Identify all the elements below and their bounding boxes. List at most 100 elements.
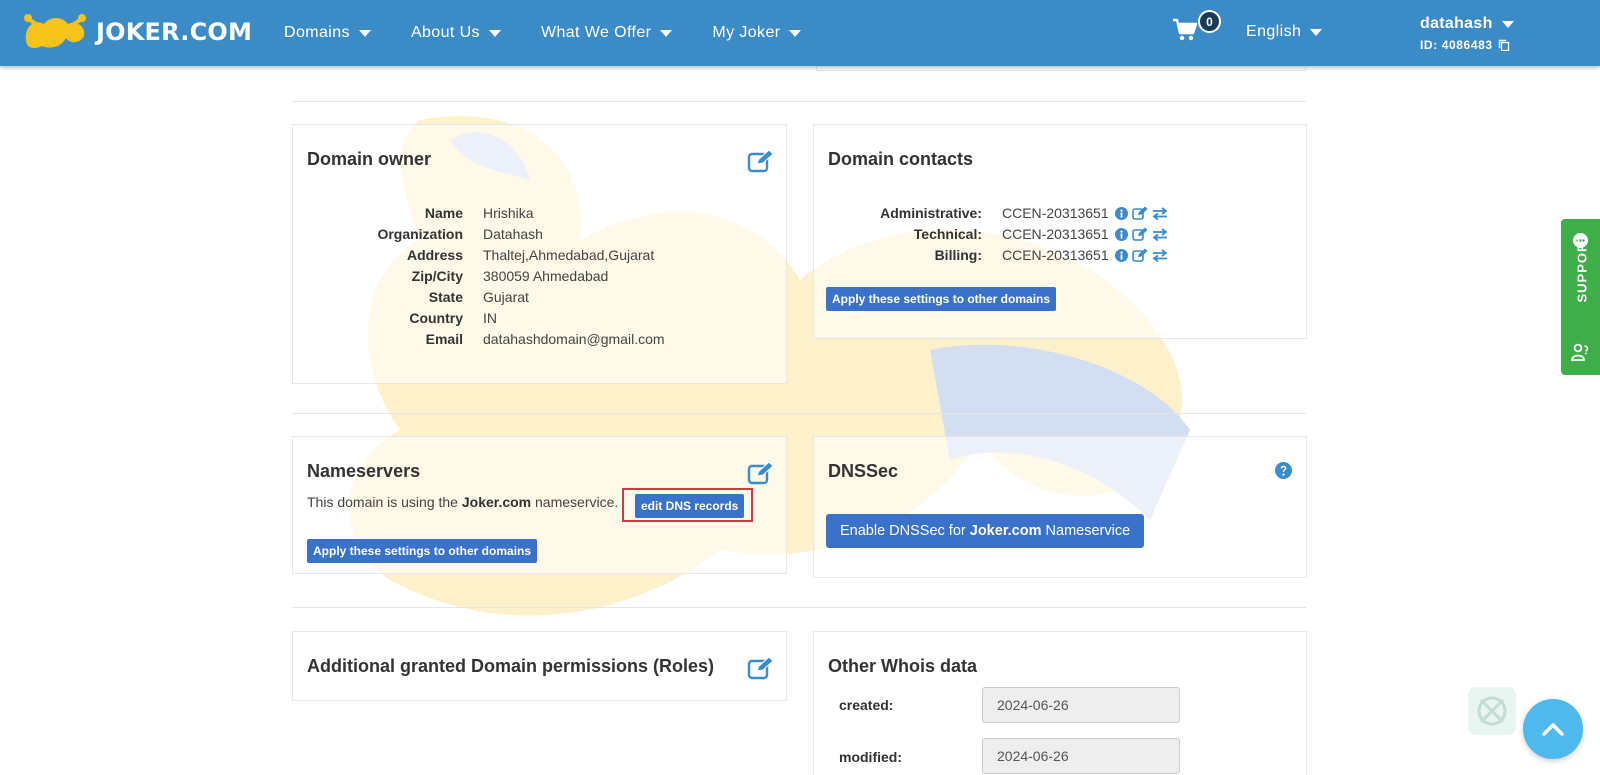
field-label: Zip/City bbox=[411, 268, 463, 284]
owner-country-row: Country IN bbox=[293, 310, 497, 326]
enable-dnssec-provider: Joker.com bbox=[969, 523, 1042, 539]
owner-organization-row: Organization Datahash bbox=[293, 226, 543, 242]
field-value: datahashdomain@gmail.com bbox=[483, 331, 665, 347]
nav-my-joker-label: My Joker bbox=[712, 24, 781, 41]
transfer-icon[interactable] bbox=[1152, 206, 1168, 220]
modified-label: modified: bbox=[839, 749, 902, 765]
field-value: Gujarat bbox=[483, 289, 529, 305]
field-value: 380059 Ahmedabad bbox=[483, 268, 609, 284]
joker-logo[interactable]: JOKER.COM bbox=[20, 10, 252, 54]
info-icon[interactable] bbox=[1114, 227, 1128, 241]
user-help-icon bbox=[1571, 343, 1589, 361]
field-label: Address bbox=[406, 247, 463, 263]
edit-icon[interactable] bbox=[747, 461, 775, 485]
language-label: English bbox=[1246, 23, 1302, 40]
field-value: IN bbox=[483, 310, 497, 326]
owner-state-row: State Gujarat bbox=[293, 289, 529, 305]
enable-dnssec-prefix: Enable DNSSec for bbox=[840, 523, 970, 539]
whois-title: Other Whois data bbox=[828, 656, 978, 676]
caret-down-icon bbox=[358, 29, 371, 37]
contact-label: Technical: bbox=[913, 226, 982, 242]
nameservice-description: This domain is using the Joker.com names… bbox=[307, 494, 618, 510]
modified-field[interactable]: 2024-06-26 bbox=[982, 738, 1180, 774]
apply-nameservers-to-other-domains-button[interactable]: Apply these settings to other domains bbox=[307, 539, 538, 563]
user-id: ID: 4086483 bbox=[1420, 38, 1493, 52]
nav-my-joker[interactable]: My Joker bbox=[712, 24, 802, 42]
roles-title: Additional granted Domain permissions (R… bbox=[307, 656, 715, 676]
domain-owner-panel: Domain owner Name Hrishika Organization … bbox=[292, 124, 787, 384]
previous-panel-edge bbox=[816, 66, 1306, 71]
field-label: Organization bbox=[377, 226, 463, 242]
highlight-annotation-box bbox=[622, 488, 753, 522]
caret-down-icon bbox=[660, 29, 673, 37]
edit-icon[interactable] bbox=[1131, 206, 1148, 220]
contact-label: Administrative: bbox=[880, 205, 982, 221]
user-menu[interactable]: datahash ID: 4086483 bbox=[1420, 15, 1514, 52]
created-field[interactable]: 2024-06-26 bbox=[982, 687, 1180, 723]
support-tab[interactable]: SUPPORT bbox=[1561, 219, 1600, 375]
cart-icon[interactable] bbox=[1172, 18, 1198, 42]
section-divider bbox=[292, 607, 1306, 608]
jester-logo-icon bbox=[24, 14, 86, 48]
field-label: State bbox=[428, 289, 463, 305]
contact-row-billing: Billing: CCEN-20313651 bbox=[814, 247, 1168, 263]
language-selector[interactable]: English bbox=[1246, 23, 1323, 41]
field-label: Country bbox=[409, 310, 463, 326]
transfer-icon[interactable] bbox=[1152, 248, 1168, 262]
caret-down-icon bbox=[789, 29, 802, 37]
contact-handle: CCEN-20313651 bbox=[1002, 247, 1109, 263]
support-label: SUPPORT bbox=[1574, 232, 1590, 303]
dnssec-panel: DNSSec Enable DNSSec for Joker.com Names… bbox=[813, 436, 1307, 578]
help-icon[interactable] bbox=[1275, 462, 1292, 479]
contact-row-technical: Technical: CCEN-20313651 bbox=[814, 226, 1168, 242]
section-divider bbox=[292, 101, 1306, 102]
nav-about-us-label: About Us bbox=[410, 24, 480, 41]
nav-what-we-offer-label: What We Offer bbox=[540, 24, 652, 41]
nameservers-title: Nameservers bbox=[307, 461, 421, 481]
domain-contacts-title: Domain contacts bbox=[828, 149, 974, 169]
owner-address-row: Address Thaltej,Ahmedabad,Gujarat bbox=[293, 247, 654, 263]
nav-about-us[interactable]: About Us bbox=[411, 24, 501, 42]
apply-contacts-to-other-domains-button[interactable]: Apply these settings to other domains bbox=[826, 287, 1057, 311]
cart-count-badge: 0 bbox=[1198, 10, 1221, 33]
dnssec-title: DNSSec bbox=[828, 461, 899, 481]
field-value: Hrishika bbox=[483, 205, 534, 221]
username: datahash bbox=[1420, 15, 1493, 32]
contact-handle: CCEN-20313651 bbox=[1002, 226, 1109, 242]
roles-panel: Additional granted Domain permissions (R… bbox=[292, 631, 787, 701]
edit-icon[interactable] bbox=[1131, 227, 1148, 241]
chat-widget-icon bbox=[1468, 687, 1516, 735]
enable-dnssec-button[interactable]: Enable DNSSec for Joker.com Nameservice bbox=[826, 514, 1145, 548]
owner-email-row: Email datahashdomain@gmail.com bbox=[293, 331, 665, 347]
created-label: created: bbox=[839, 697, 894, 713]
chevron-up-icon bbox=[1542, 723, 1564, 736]
top-navbar: JOKER.COM Domains About Us What We Offer… bbox=[0, 0, 1600, 66]
main-nav: Domains About Us What We Offer My Joker bbox=[284, 0, 841, 66]
field-value: Datahash bbox=[483, 226, 543, 242]
section-divider bbox=[292, 413, 1306, 414]
contact-handle: CCEN-20313651 bbox=[1002, 205, 1109, 221]
nameservice-provider: Joker.com bbox=[461, 494, 532, 510]
nameservice-text-suffix: nameservice. bbox=[531, 494, 619, 510]
field-label: Email bbox=[425, 331, 463, 347]
nameservice-text-prefix: This domain is using the bbox=[307, 494, 462, 510]
nav-domains-label: Domains bbox=[284, 24, 350, 41]
owner-name-row: Name Hrishika bbox=[293, 205, 534, 221]
nav-what-we-offer[interactable]: What We Offer bbox=[540, 24, 673, 42]
logo-text: JOKER.COM bbox=[96, 18, 253, 46]
transfer-icon[interactable] bbox=[1152, 227, 1168, 241]
edit-icon[interactable] bbox=[747, 149, 775, 173]
field-label: Name bbox=[424, 205, 463, 221]
edit-icon[interactable] bbox=[1131, 248, 1148, 262]
edit-icon[interactable] bbox=[747, 656, 775, 680]
copy-icon[interactable] bbox=[1498, 39, 1510, 51]
field-value: Thaltej,Ahmedabad,Gujarat bbox=[483, 247, 655, 263]
caret-down-icon bbox=[488, 29, 501, 37]
info-icon[interactable] bbox=[1114, 206, 1128, 220]
scroll-to-top-button[interactable] bbox=[1523, 699, 1583, 759]
enable-dnssec-suffix: Nameservice bbox=[1041, 523, 1131, 539]
caret-down-icon bbox=[1501, 20, 1514, 28]
whois-panel: Other Whois data created: 2024-06-26 mod… bbox=[813, 631, 1307, 775]
info-icon[interactable] bbox=[1114, 248, 1128, 262]
nav-domains[interactable]: Domains bbox=[284, 24, 371, 42]
